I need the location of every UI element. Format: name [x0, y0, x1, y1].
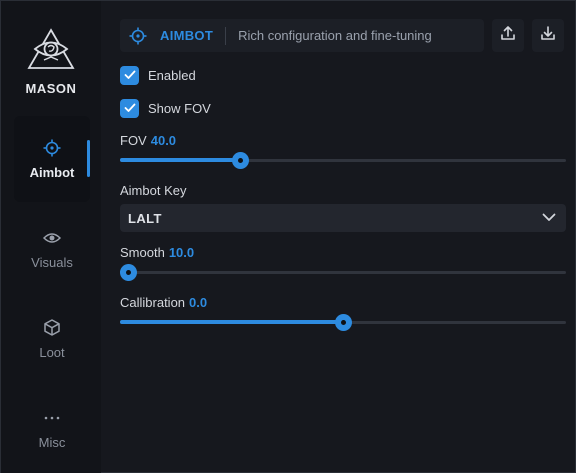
fov-slider[interactable] — [120, 152, 566, 169]
aimbot-key-label: Aimbot Key — [120, 183, 187, 198]
sidebar-item-loot[interactable]: Loot — [14, 296, 90, 382]
slider-fill — [120, 320, 343, 324]
cube-icon — [43, 319, 61, 337]
aimbot-key-value: LALT — [128, 210, 162, 226]
crosshair-icon — [129, 27, 147, 45]
download-icon — [540, 25, 556, 46]
calibration-label: Callibration — [120, 295, 186, 310]
eye-pyramid-logo-icon — [27, 28, 75, 69]
show-fov-checkbox[interactable] — [120, 98, 139, 118]
app-logo: MASON — [15, 27, 87, 99]
fov-label-row: FOV 40.0 — [120, 133, 176, 148]
sidebar-item-aimbot[interactable]: Aimbot — [14, 116, 90, 202]
upload-icon — [500, 25, 516, 46]
section-title: AIMBOT — [160, 28, 214, 43]
enabled-checkbox-row[interactable]: Enabled — [120, 65, 196, 85]
aimbot-key-select[interactable]: LALT — [120, 204, 566, 232]
header-divider — [225, 26, 227, 45]
sidebar: MASON Aimbot Visuals Loot Misc — [1, 1, 101, 473]
slider-track — [120, 271, 566, 274]
enabled-label: Enabled — [148, 67, 196, 83]
fov-value: 40.0 — [150, 133, 177, 148]
app-name: MASON — [25, 81, 77, 96]
calibration-label-row: Callibration 0.0 — [120, 295, 207, 310]
checkmark-icon — [124, 103, 135, 112]
smooth-value: 10.0 — [168, 245, 195, 260]
smooth-slider[interactable] — [120, 264, 566, 281]
slider-thumb[interactable] — [335, 314, 352, 331]
slider-thumb[interactable] — [232, 152, 250, 169]
export-button[interactable] — [492, 19, 524, 52]
sidebar-item-visuals[interactable]: Visuals — [14, 206, 90, 292]
more-dots-icon — [43, 409, 61, 427]
section-header: AIMBOT Rich configuration and fine-tunin… — [120, 19, 484, 52]
eye-icon — [43, 229, 61, 247]
sidebar-item-label: Visuals — [31, 254, 73, 270]
calibration-value: 0.0 — [189, 295, 208, 310]
fov-label: FOV — [120, 133, 147, 148]
section-subtitle: Rich configuration and fine-tuning — [238, 28, 432, 43]
slider-thumb[interactable] — [120, 264, 138, 281]
enabled-checkbox[interactable] — [120, 65, 139, 85]
calibration-slider[interactable] — [120, 314, 566, 331]
sidebar-item-label: Loot — [39, 344, 65, 360]
active-nav-indicator — [87, 140, 90, 177]
app-window: MASON Aimbot Visuals Loot Misc AIMBOT Ri… — [0, 0, 576, 473]
smooth-label-row: Smooth 10.0 — [120, 245, 194, 260]
sidebar-item-label: Aimbot — [29, 164, 75, 180]
import-button[interactable] — [532, 19, 564, 52]
sidebar-item-label: Misc — [38, 434, 66, 450]
show-fov-label: Show FOV — [148, 100, 211, 116]
slider-fill — [120, 158, 241, 162]
chevron-down-icon — [542, 209, 556, 227]
sidebar-item-misc[interactable]: Misc — [14, 386, 90, 472]
checkmark-icon — [124, 70, 135, 79]
show-fov-checkbox-row[interactable]: Show FOV — [120, 98, 211, 118]
crosshair-icon — [43, 139, 61, 157]
smooth-label: Smooth — [120, 245, 165, 260]
